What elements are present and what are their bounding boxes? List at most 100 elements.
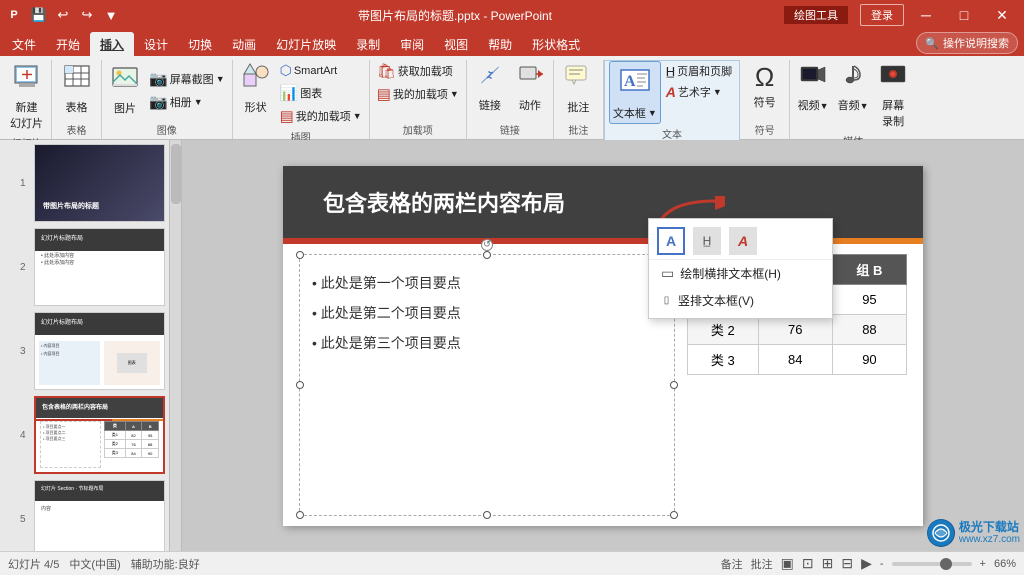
handle-mr[interactable] <box>670 381 678 389</box>
action-button[interactable]: 动作 <box>511 60 549 115</box>
tab-home[interactable]: 开始 <box>46 32 90 56</box>
slide-content-left[interactable]: ↺ 此处是第一个项目要点 此处是第二个项目 <box>299 254 675 516</box>
ribbon-group-media: 视频▼ 音频▼ 屏幕录制 媒体 <box>790 60 916 139</box>
get-addins-button[interactable]: 🛍 获取加载项 <box>374 60 462 82</box>
screenshot-label: 屏幕截图 <box>170 71 214 87</box>
slide-thumb-3[interactable]: 幻灯片标题布局 • 内容项目 • 内容项目 图表 <box>34 312 165 390</box>
accessibility-indicator: 辅助功能:良好 <box>131 556 200 572</box>
comment-button[interactable]: 批注 <box>559 60 597 117</box>
undo-button[interactable]: ↩ <box>52 4 74 26</box>
chart-label: 图表 <box>300 85 322 101</box>
zoom-thumb[interactable] <box>940 558 952 570</box>
vertical-textbox-icon: ▯ <box>661 295 672 306</box>
zoom-out-icon[interactable]: - <box>880 558 884 570</box>
album-button[interactable]: 📷 相册 ▼ <box>146 91 228 113</box>
slide-bullet-3: 此处是第三个项目要点 <box>312 333 662 353</box>
rotation-handle[interactable]: ↺ <box>481 239 493 251</box>
tab-insert[interactable]: 插入 <box>90 32 134 56</box>
maximize-button[interactable]: □ <box>946 3 982 27</box>
slide-thumb-1[interactable]: 带图片布局的标题 <box>34 144 165 222</box>
close-button[interactable]: ✕ <box>984 3 1020 27</box>
my-addins2-label: 我的加载项 <box>393 86 448 102</box>
minimize-button[interactable]: ─ <box>908 3 944 27</box>
notes-button[interactable]: 备注 <box>721 556 743 572</box>
slide-thumb-5[interactable]: 幻灯片 Section · 节标题布局 内容 <box>34 480 165 551</box>
outline-view-icon[interactable]: ⊡ <box>802 555 814 572</box>
textbox-button[interactable]: A 文本框▼ <box>609 61 661 124</box>
header-footer-button[interactable]: H̲ 页眉和页脚 <box>663 61 735 81</box>
table-button[interactable]: 表格 <box>58 60 96 117</box>
zoom-level: 66% <box>994 558 1016 570</box>
customize-qa-button[interactable]: ▼ <box>100 4 122 26</box>
content-area: 1 带图片布局的标题 2 幻灯片标题布局 • 此处添加内容 • 此处添加内容 <box>0 140 1024 551</box>
dropdown-item-horizontal[interactable]: ▭ 绘制横排文本框(H) <box>649 260 832 287</box>
smartart-button[interactable]: ⬡ SmartArt <box>277 60 365 81</box>
new-slide-button[interactable]: 新建幻灯片 <box>7 60 46 133</box>
search-box[interactable]: 🔍 操作说明搜索 <box>916 32 1018 54</box>
slide-thumb-wrapper-4: 4 包含表格的两栏内容布局 • 项目要点一 • 项目要点二 • 项目要点三 <box>20 396 165 474</box>
tab-record[interactable]: 录制 <box>346 32 390 56</box>
handle-br[interactable] <box>670 511 678 519</box>
slide-title: 包含表格的两栏内容布局 <box>323 186 565 218</box>
my-addins2-button[interactable]: ▤ 我的加载项 ▼ <box>374 83 462 105</box>
text-secondary-buttons: H̲ 页眉和页脚 A 艺术字 ▼ <box>663 61 735 102</box>
comment-label: 批注 <box>567 99 589 115</box>
symbol-button[interactable]: Ω 符号 <box>746 60 784 112</box>
picture-button[interactable]: 图片 <box>106 62 144 119</box>
screenshot-button[interactable]: 📷 屏幕截图 ▼ <box>146 68 228 90</box>
chart-button[interactable]: 📊 图表 <box>277 82 365 104</box>
reading-view-icon[interactable]: ⊟ <box>841 555 853 572</box>
language-indicator: 中文(中国) <box>69 556 120 572</box>
text-group-label: 文本 <box>609 124 735 143</box>
wordart-button[interactable]: A 艺术字 ▼ <box>663 82 735 102</box>
tab-animation[interactable]: 动画 <box>222 32 266 56</box>
handle-tm[interactable] <box>483 251 491 259</box>
tab-shapeformat[interactable]: 形状格式 <box>522 32 590 56</box>
video-button[interactable]: 视频▼ <box>794 60 832 115</box>
screen-record-button[interactable]: 屏幕录制 <box>874 60 912 131</box>
handle-ml[interactable] <box>296 381 304 389</box>
slide-thumb-2[interactable]: 幻灯片标题布局 • 此处添加内容 • 此处添加内容 <box>34 228 165 306</box>
redo-button[interactable]: ↪ <box>76 4 98 26</box>
quick-access-toolbar: P 💾 ↩ ↪ ▼ <box>0 4 126 26</box>
audio-button[interactable]: 音频▼ <box>834 60 872 115</box>
table-cell-2-2: 88 <box>832 314 906 344</box>
watermark[interactable]: 极光下载站 www.xz7.com <box>927 519 1020 547</box>
header-footer-icon: H̲ <box>666 64 675 79</box>
tab-view[interactable]: 视图 <box>434 32 478 56</box>
get-addins-label: 获取加载项 <box>398 63 453 79</box>
link-button[interactable]: 链接 <box>471 60 509 115</box>
vertical-scrollbar[interactable] <box>170 140 182 551</box>
my-addins-button[interactable]: ▤ 我的加载项 ▼ <box>277 105 365 127</box>
slide-sorter-icon[interactable]: ⊞ <box>822 555 834 572</box>
normal-view-icon[interactable]: ▣ <box>781 555 794 572</box>
watermark-text: 极光下载站 www.xz7.com <box>959 520 1020 546</box>
slide-num-4: 4 <box>20 430 30 441</box>
handle-bm[interactable] <box>483 511 491 519</box>
tab-file[interactable]: 文件 <box>2 32 46 56</box>
slide-num-1: 1 <box>20 178 30 189</box>
tab-transitions[interactable]: 切换 <box>178 32 222 56</box>
slideshow-icon[interactable]: ▶ <box>861 555 872 572</box>
my-addins-label: 我的加载项 <box>296 108 351 124</box>
tab-slideshow[interactable]: 幻灯片放映 <box>266 32 346 56</box>
ribbon-tab-row: 文件 开始 插入 设计 切换 动画 幻灯片放映 录制 审阅 视图 帮助 形状格式… <box>0 30 1024 56</box>
handle-tl[interactable] <box>296 251 304 259</box>
tab-review[interactable]: 审阅 <box>390 32 434 56</box>
app-icon: P <box>4 5 24 25</box>
save-button[interactable]: 💾 <box>28 4 50 26</box>
zoom-in-icon[interactable]: + <box>980 558 986 570</box>
comments-button[interactable]: 批注 <box>751 556 773 572</box>
tab-design[interactable]: 设计 <box>134 32 178 56</box>
shape-button[interactable]: 形状 <box>237 60 275 117</box>
slide-thumb-wrapper-2: 2 幻灯片标题布局 • 此处添加内容 • 此处添加内容 <box>20 228 165 306</box>
tab-help[interactable]: 帮助 <box>478 32 522 56</box>
login-button[interactable]: 登录 <box>860 4 904 26</box>
handle-bl[interactable] <box>296 511 304 519</box>
dropdown-item-vertical[interactable]: ▯ 竖排文本框(V) <box>649 287 832 314</box>
zoom-slider[interactable] <box>892 562 972 566</box>
textbox-dropdown-menu[interactable]: A H̲ A ▭ 绘制横排文本框(H) ▯ 竖排文本框(V) <box>648 218 833 319</box>
picture-icon <box>111 64 139 100</box>
watermark-name: 极光下载站 <box>959 520 1020 534</box>
slide-thumb-4[interactable]: 包含表格的两栏内容布局 • 项目要点一 • 项目要点二 • 项目要点三 类AB … <box>34 396 165 474</box>
